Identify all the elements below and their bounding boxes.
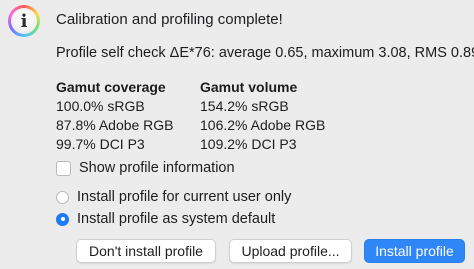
- gamut-coverage-adobe-rgb: 87.8% Adobe RGB: [56, 117, 174, 133]
- gamut-coverage-header: Gamut coverage: [56, 79, 166, 95]
- dialog-title: Calibration and profiling complete!: [56, 11, 283, 28]
- gamut-volume-column: Gamut volume 154.2% sRGB 106.2% Adobe RG…: [200, 78, 325, 154]
- info-icon: i: [8, 5, 40, 37]
- install-current-user-option[interactable]: Install profile for current user only: [56, 189, 291, 205]
- install-system-default-radio[interactable]: [56, 212, 69, 226]
- show-profile-info-checkbox[interactable]: [56, 160, 71, 176]
- install-profile-button[interactable]: Install profile: [364, 239, 465, 263]
- gamut-volume-srgb: 154.2% sRGB: [200, 98, 289, 114]
- show-profile-info-option[interactable]: Show profile information: [56, 160, 235, 176]
- install-system-default-label: Install profile as system default: [77, 211, 276, 227]
- install-current-user-radio[interactable]: [56, 190, 69, 204]
- gamut-volume-adobe-rgb: 106.2% Adobe RGB: [200, 117, 326, 133]
- gamut-volume-header: Gamut volume: [200, 79, 298, 95]
- info-icon-glyph: i: [11, 8, 37, 34]
- calibration-complete-dialog: i Calibration and profiling complete! Pr…: [0, 0, 474, 269]
- profile-self-check-text: Profile self check ΔE*76: average 0.65, …: [56, 45, 474, 61]
- dont-install-profile-button[interactable]: Don't install profile: [76, 239, 216, 263]
- install-current-user-label: Install profile for current user only: [77, 189, 292, 205]
- gamut-coverage-srgb: 100.0% sRGB: [56, 98, 145, 114]
- show-profile-info-label: Show profile information: [79, 160, 235, 176]
- upload-profile-button[interactable]: Upload profile...: [229, 239, 352, 263]
- gamut-coverage-column: Gamut coverage 100.0% sRGB 87.8% Adobe R…: [56, 78, 174, 154]
- gamut-coverage-dci-p3: 99.7% DCI P3: [56, 136, 145, 152]
- gamut-volume-dci-p3: 109.2% DCI P3: [200, 136, 297, 152]
- install-system-default-option[interactable]: Install profile as system default: [56, 211, 275, 227]
